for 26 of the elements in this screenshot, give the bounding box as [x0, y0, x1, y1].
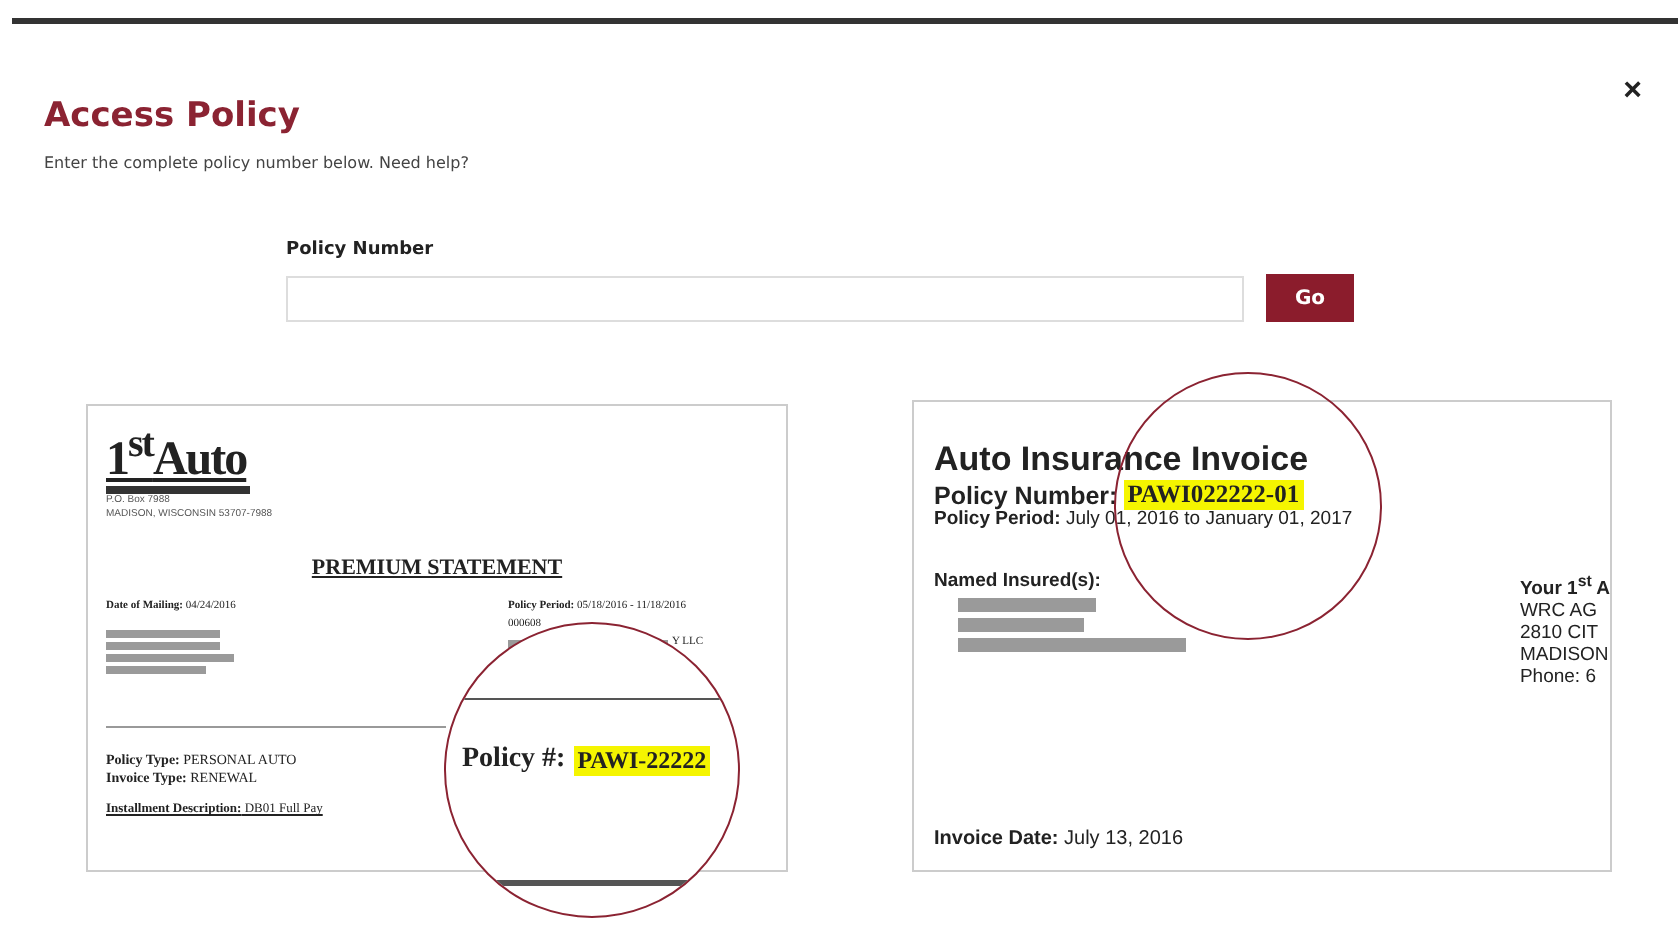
- redaction-bar: [958, 597, 1096, 612]
- agent-line: Phone: 6: [1519, 667, 1596, 690]
- zoomed-policy-number: PAWI-22222: [573, 745, 711, 775]
- policy-number-label: Policy Number:: [934, 481, 1118, 509]
- go-button[interactable]: Go: [1266, 274, 1354, 322]
- field-label: Policy Number: [286, 240, 434, 260]
- agent-line: 2810 CIT: [1519, 623, 1599, 646]
- close-button[interactable]: ×: [1623, 76, 1642, 108]
- highlighted-policy-number: PAWI022222-01: [1123, 480, 1304, 510]
- zoomed-label: Policy #:: [462, 744, 566, 776]
- insured-label: Named Insured(s):: [934, 571, 1101, 594]
- redaction-bar: [106, 666, 206, 675]
- statement-heading: PREMIUM STATEMENT: [311, 556, 563, 580]
- agent-line: WRC AG: [1519, 602, 1597, 624]
- agent-line: Your 1$^{st}$ A: [1519, 571, 1610, 602]
- dialog-title: Access Policy: [44, 96, 300, 136]
- redaction-bar: [106, 654, 234, 663]
- dialog-instructions: Enter the complete policy number below. Need help?: [44, 154, 471, 172]
- agent-line: MADISON: [1519, 645, 1609, 668]
- invoice-date: Invoice Date: July 13, 2016: [934, 828, 1184, 850]
- company-logo: 1$^{st}$Auto: [106, 424, 247, 484]
- redaction-bar: [106, 642, 220, 651]
- redaction-bar: [958, 617, 1084, 632]
- redaction-bar: [106, 630, 220, 639]
- logo-bar: [106, 486, 250, 494]
- policy-number-field[interactable]: [286, 275, 1244, 321]
